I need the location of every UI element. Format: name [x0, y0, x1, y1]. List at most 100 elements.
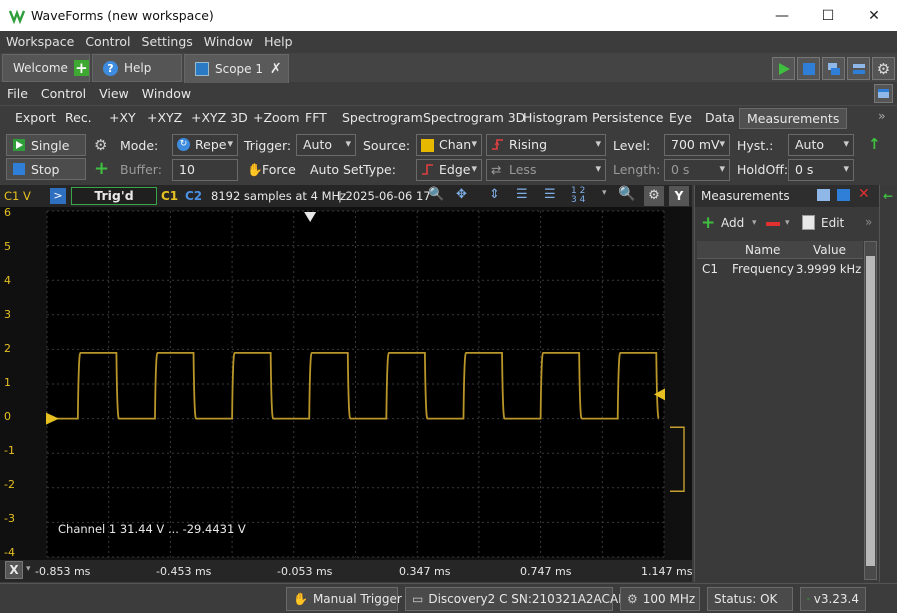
pan-icon[interactable]: ✥: [456, 187, 467, 202]
zoom-icon[interactable]: 🔍: [428, 187, 444, 202]
list-icon[interactable]: ☰: [544, 187, 556, 202]
collapse-arrow-up-icon[interactable]: ↑: [868, 135, 881, 153]
panel-float-icon[interactable]: [817, 189, 830, 201]
length-condition-dropdown[interactable]: Less: [486, 159, 606, 181]
tab-scope[interactable]: Scope 1 ✗: [184, 54, 289, 83]
x-axis-bar: [0, 560, 692, 582]
channel1-toggle[interactable]: C1: [161, 189, 178, 203]
panel-more-icon[interactable]: »: [865, 215, 872, 229]
tile-windows-button[interactable]: [847, 57, 870, 80]
remove-minus-icon[interactable]: [766, 222, 780, 226]
histogram-button[interactable]: Histogram: [523, 110, 588, 125]
close-tab-icon[interactable]: ✗: [270, 61, 282, 77]
tile-icon: [852, 63, 865, 74]
channel2-toggle[interactable]: C2: [185, 189, 202, 203]
numbering-icon[interactable]: 1 23 4: [571, 187, 585, 205]
data-button[interactable]: Data: [705, 110, 735, 125]
trigger-type-value: Edge: [439, 162, 471, 177]
panel-dock-icon[interactable]: [837, 189, 850, 201]
rec-button[interactable]: Rec.: [65, 110, 92, 125]
clock-icon: ⚙: [627, 592, 638, 606]
measurements-button[interactable]: Measurements: [739, 108, 848, 129]
stop-all-button[interactable]: [797, 57, 820, 80]
scope-menu-control[interactable]: Control: [34, 86, 92, 101]
single-button[interactable]: Single: [6, 134, 86, 156]
add-measurement-button[interactable]: Add: [721, 216, 744, 230]
tab-welcome[interactable]: Welcome +: [2, 54, 90, 82]
edit-document-icon: [802, 215, 815, 230]
spectrogram-button[interactable]: Spectrogram: [342, 110, 423, 125]
fft-button[interactable]: FFT: [305, 110, 327, 125]
add-channel-plus-icon[interactable]: +: [94, 158, 109, 179]
manual-trigger-button[interactable]: ✋ Manual Trigger: [286, 587, 402, 611]
edit-measurement-button[interactable]: Edit: [821, 216, 844, 230]
clock-selector[interactable]: ⚙ 100 MHz: [620, 587, 700, 611]
version-button[interactable]: v3.23.4: [800, 587, 866, 611]
force-button[interactable]: Force: [262, 162, 296, 177]
trigger-condition-value: Rising: [509, 137, 548, 152]
trigger-mode-dropdown[interactable]: Auto: [296, 134, 356, 156]
measurements-scrollbar[interactable]: [864, 241, 877, 580]
hyst-input[interactable]: Auto: [788, 134, 854, 156]
close-icon[interactable]: ✕: [851, 0, 897, 31]
tab-help[interactable]: ? Help: [92, 54, 182, 82]
length-input[interactable]: 0 s: [664, 159, 730, 181]
cursor-icon[interactable]: ⇕: [489, 187, 500, 202]
x-axis-dropdown-icon[interactable]: ▾: [26, 564, 31, 574]
run-all-button[interactable]: [772, 57, 795, 80]
y-tick: 3: [4, 308, 11, 321]
maximize-icon[interactable]: ☐: [805, 0, 851, 31]
gear-icon: ⚙: [876, 59, 891, 78]
plot-gear-icon[interactable]: ⚙: [644, 186, 664, 206]
length-condition-value: Less: [509, 162, 537, 177]
menu-workspace[interactable]: Workspace: [0, 34, 79, 49]
remove-dropdown-icon[interactable]: ▾: [785, 218, 790, 228]
channel-range-readout: Channel 1 31.44 V ... -29.4431 V: [58, 522, 246, 536]
y-axis-button[interactable]: Y: [669, 186, 689, 206]
add-tab-icon[interactable]: +: [73, 60, 89, 76]
manual-trigger-label: Manual Trigger: [312, 592, 402, 606]
holdoff-input[interactable]: 0 s: [788, 159, 854, 181]
menu-settings[interactable]: Settings: [136, 34, 198, 49]
trigger-condition-dropdown[interactable]: Rising: [486, 134, 606, 156]
add-zoom-button[interactable]: +Zoom: [253, 110, 300, 125]
level-input[interactable]: 700 mV: [664, 134, 730, 156]
buffer-input[interactable]: 10: [172, 159, 238, 181]
dock-left-arrow-icon[interactable]: ←: [883, 189, 893, 203]
autoset-button[interactable]: Auto Set: [310, 162, 364, 177]
add-xy-button[interactable]: +XY: [109, 110, 136, 125]
spectrogram3d-button[interactable]: Spectrogram 3D: [423, 110, 525, 125]
add-xyz3d-button[interactable]: +XYZ 3D: [191, 110, 248, 125]
source-label: Source:: [363, 138, 411, 153]
scrollbar-thumb[interactable]: [866, 256, 875, 566]
add-dropdown-icon[interactable]: ▾: [752, 218, 757, 228]
stop-button[interactable]: Stop: [6, 158, 86, 180]
persistence-button[interactable]: Persistence: [592, 110, 664, 125]
export-button[interactable]: Export: [15, 110, 56, 125]
minimize-icon[interactable]: —: [759, 0, 805, 31]
status-indicator[interactable]: Status: OK: [707, 587, 793, 611]
scope-menu-window[interactable]: Window: [135, 86, 197, 101]
repeat-icon: ↻: [177, 138, 190, 151]
menu-help[interactable]: Help: [258, 34, 298, 49]
dock-button[interactable]: [874, 84, 893, 103]
expand-chevron-icon[interactable]: >: [50, 188, 66, 204]
eye-button[interactable]: Eye: [669, 110, 692, 125]
settings-button[interactable]: ⚙: [872, 57, 895, 80]
scope-menu-view[interactable]: View: [92, 86, 135, 101]
device-selector[interactable]: ▭ Discovery2 C SN:210321A2ACAD: [405, 587, 627, 611]
menu-window[interactable]: Window: [198, 34, 258, 49]
header-dropdown-icon[interactable]: ▾: [602, 188, 607, 198]
panel-close-icon[interactable]: ✕: [858, 186, 870, 202]
scope-menu-file[interactable]: File: [0, 86, 34, 101]
x-axis-button[interactable]: X: [5, 561, 23, 579]
magnifier-icon[interactable]: 🔍: [618, 186, 635, 202]
cascade-windows-button[interactable]: [822, 57, 845, 80]
menu-control[interactable]: Control: [79, 34, 135, 49]
more-double-chevron-icon[interactable]: »: [878, 108, 886, 123]
side-dock-strip: ←: [879, 185, 897, 582]
align-icon[interactable]: ☰: [516, 187, 528, 202]
table-row[interactable]: C1 Frequency 3.9999 kHz: [697, 261, 863, 279]
add-xyz-button[interactable]: +XYZ: [147, 110, 182, 125]
scope-settings-gear-icon[interactable]: ⚙: [94, 136, 107, 154]
